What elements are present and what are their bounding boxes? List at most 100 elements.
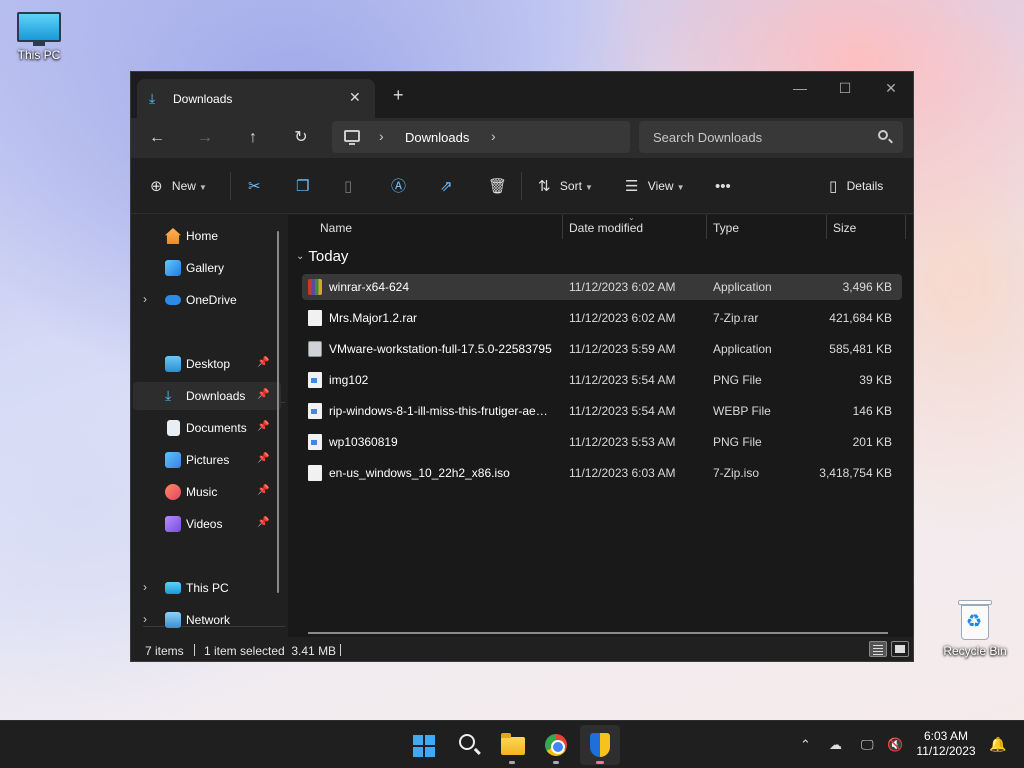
desktop-icon-recycle-bin[interactable]: ♻ Recycle Bin [939, 600, 1011, 658]
pin-icon[interactable]: 📌 [257, 357, 269, 368]
more-options-button[interactable]: ••• [715, 174, 731, 198]
chevron-right-icon[interactable]: › [143, 580, 147, 594]
group-header[interactable]: ⌄ Today [296, 248, 348, 265]
new-tab-icon[interactable]: + [393, 86, 404, 104]
onedrive-offline-icon[interactable]: ☁ [829, 737, 842, 753]
column-header-label: Date modified [569, 221, 644, 235]
chevron-up-icon[interactable]: ⌃ [800, 737, 811, 753]
column-header-type[interactable]: Type [707, 215, 826, 241]
details-button[interactable]: ▯ Details [829, 174, 883, 198]
column-header-date[interactable]: Date modified [563, 215, 706, 241]
cloud-icon [165, 295, 181, 305]
sidebar-item-home[interactable]: Home [133, 222, 281, 250]
back-arrow-icon[interactable]: ← [145, 127, 169, 149]
pin-icon[interactable]: 📌 [257, 517, 269, 528]
sidebar-item-videos[interactable]: Videos 📌 [133, 510, 281, 538]
breadcrumb-current[interactable]: Downloads [405, 130, 469, 145]
minimize-button[interactable]: — [785, 80, 815, 104]
sidebar-item-network[interactable]: › Network [133, 606, 281, 634]
new-button[interactable]: ⊕ New ▼ [150, 174, 207, 198]
navigation-pane: Home Gallery › OneDrive Desktop 📌 ⤓ Down… [131, 215, 287, 637]
table-row[interactable]: Mrs.Major1.2.rar 11/12/2023 6:02 AM 7-Zi… [302, 305, 902, 331]
breadcrumb[interactable]: › Downloads › [332, 121, 630, 153]
cut-button[interactable]: ✂ [248, 174, 261, 198]
sidebar-item-pictures[interactable]: Pictures 📌 [133, 446, 281, 474]
tab-downloads[interactable]: ⤓ Downloads ✕ [137, 79, 375, 118]
table-row[interactable]: en-us_windows_10_22h2_x86.iso 11/12/2023… [302, 460, 902, 486]
start-button[interactable] [403, 725, 443, 765]
notification-bell-icon[interactable]: 🔔 [989, 736, 1006, 753]
recycle-bin-icon: ♻ [958, 600, 992, 640]
sort-button[interactable]: ⇅ Sort ▼ [538, 174, 593, 198]
system-clock[interactable]: 6:03 AM 11/12/2023 [914, 729, 978, 759]
taskbar-chrome[interactable] [536, 725, 576, 765]
table-row[interactable]: img102 11/12/2023 5:54 AM PNG File 39 KB [302, 367, 902, 393]
details-button-label: Details [846, 179, 884, 193]
sidebar-item-onedrive[interactable]: › OneDrive [133, 286, 281, 314]
pin-icon[interactable]: 📌 [257, 421, 269, 432]
search-button[interactable] [448, 725, 488, 765]
file-size: 585,481 KB [829, 342, 892, 356]
view-button[interactable]: ☰ View ▼ [625, 174, 685, 198]
pin-icon[interactable]: 📌 [257, 485, 269, 496]
table-row[interactable]: wp10360819 11/12/2023 5:53 AM PNG File 2… [302, 429, 902, 455]
maximize-button[interactable]: ☐ [830, 80, 860, 104]
file-name: rip-windows-8-1-ill-miss-this-frutiger-a… [329, 404, 548, 418]
group-label: Today [308, 248, 349, 265]
rename-button[interactable]: Ⓐ [391, 174, 406, 198]
copy-icon: ❐ [296, 177, 310, 195]
horizontal-scrollbar[interactable] [308, 632, 888, 634]
chevron-right-icon[interactable]: › [143, 292, 147, 306]
title-bar: ⤓ Downloads ✕ + — ☐ ✕ [131, 72, 913, 118]
pictures-icon [165, 452, 181, 468]
tiles-view-button[interactable] [891, 641, 909, 657]
chevron-right-icon[interactable]: › [379, 128, 384, 144]
paste-button[interactable]: ▯ [344, 174, 352, 198]
scissors-icon: ✂ [248, 177, 261, 195]
file-size: 146 KB [852, 404, 892, 418]
close-tab-icon[interactable]: ✕ [349, 89, 361, 106]
list-view-icon: ☰ [625, 177, 639, 195]
column-header-name[interactable]: Name [288, 215, 562, 241]
pin-icon[interactable]: 📌 [257, 453, 269, 464]
search-input[interactable] [639, 121, 903, 153]
network-icon [165, 612, 181, 628]
chevron-right-icon[interactable]: › [491, 128, 496, 144]
details-view-button[interactable] [869, 641, 887, 657]
search-icon[interactable] [878, 130, 888, 140]
sidebar-item-gallery[interactable]: Gallery [133, 254, 281, 282]
file-date: 11/12/2023 5:59 AM [569, 342, 676, 356]
close-window-button[interactable]: ✕ [876, 80, 906, 104]
desktop-icon-this-pc[interactable]: This PC [3, 12, 75, 62]
table-row[interactable]: VMware-workstation-full-17.5.0-22583795 … [302, 336, 902, 362]
home-icon [165, 228, 181, 244]
sidebar-item-downloads[interactable]: ⤓ Downloads 📌 [133, 382, 281, 410]
copy-button[interactable]: ❐ [296, 174, 309, 198]
network-icon[interactable]: 🖵 [861, 737, 874, 753]
taskbar-security-app[interactable] [580, 725, 620, 765]
column-header-size[interactable]: Size [827, 215, 905, 241]
sidebar-item-desktop[interactable]: Desktop 📌 [133, 350, 281, 378]
sidebar-item-documents[interactable]: Documents 📌 [133, 414, 281, 442]
selection-info: 1 item selected 3.41 MB [204, 644, 337, 658]
chevron-right-icon[interactable]: › [143, 612, 147, 626]
forward-arrow-icon[interactable]: → [193, 127, 217, 149]
pin-icon[interactable]: 📌 [257, 389, 269, 400]
plus-circle-icon: ⊕ [150, 177, 163, 195]
this-pc-icon [165, 582, 181, 594]
sidebar-item-this-pc[interactable]: › This PC [133, 574, 281, 602]
refresh-icon[interactable]: ↻ [289, 127, 313, 149]
windows-logo-icon [413, 735, 435, 757]
column-header-label: Type [713, 221, 740, 235]
up-arrow-icon[interactable]: ↑ [241, 127, 265, 149]
navigation-scrollbar[interactable] [277, 231, 279, 593]
image-file-icon [308, 372, 322, 388]
delete-button[interactable]: 🗑 [488, 174, 507, 198]
table-row[interactable]: rip-windows-8-1-ill-miss-this-frutiger-a… [302, 398, 902, 424]
sidebar-item-music[interactable]: Music 📌 [133, 478, 281, 506]
volume-muted-icon[interactable]: 🔇 [887, 737, 903, 753]
share-button[interactable]: ⇗ [440, 174, 453, 198]
column-divider[interactable] [905, 215, 906, 239]
table-row[interactable]: winrar-x64-624 11/12/2023 6:02 AM Applic… [302, 274, 902, 300]
taskbar-file-explorer[interactable] [492, 725, 532, 765]
